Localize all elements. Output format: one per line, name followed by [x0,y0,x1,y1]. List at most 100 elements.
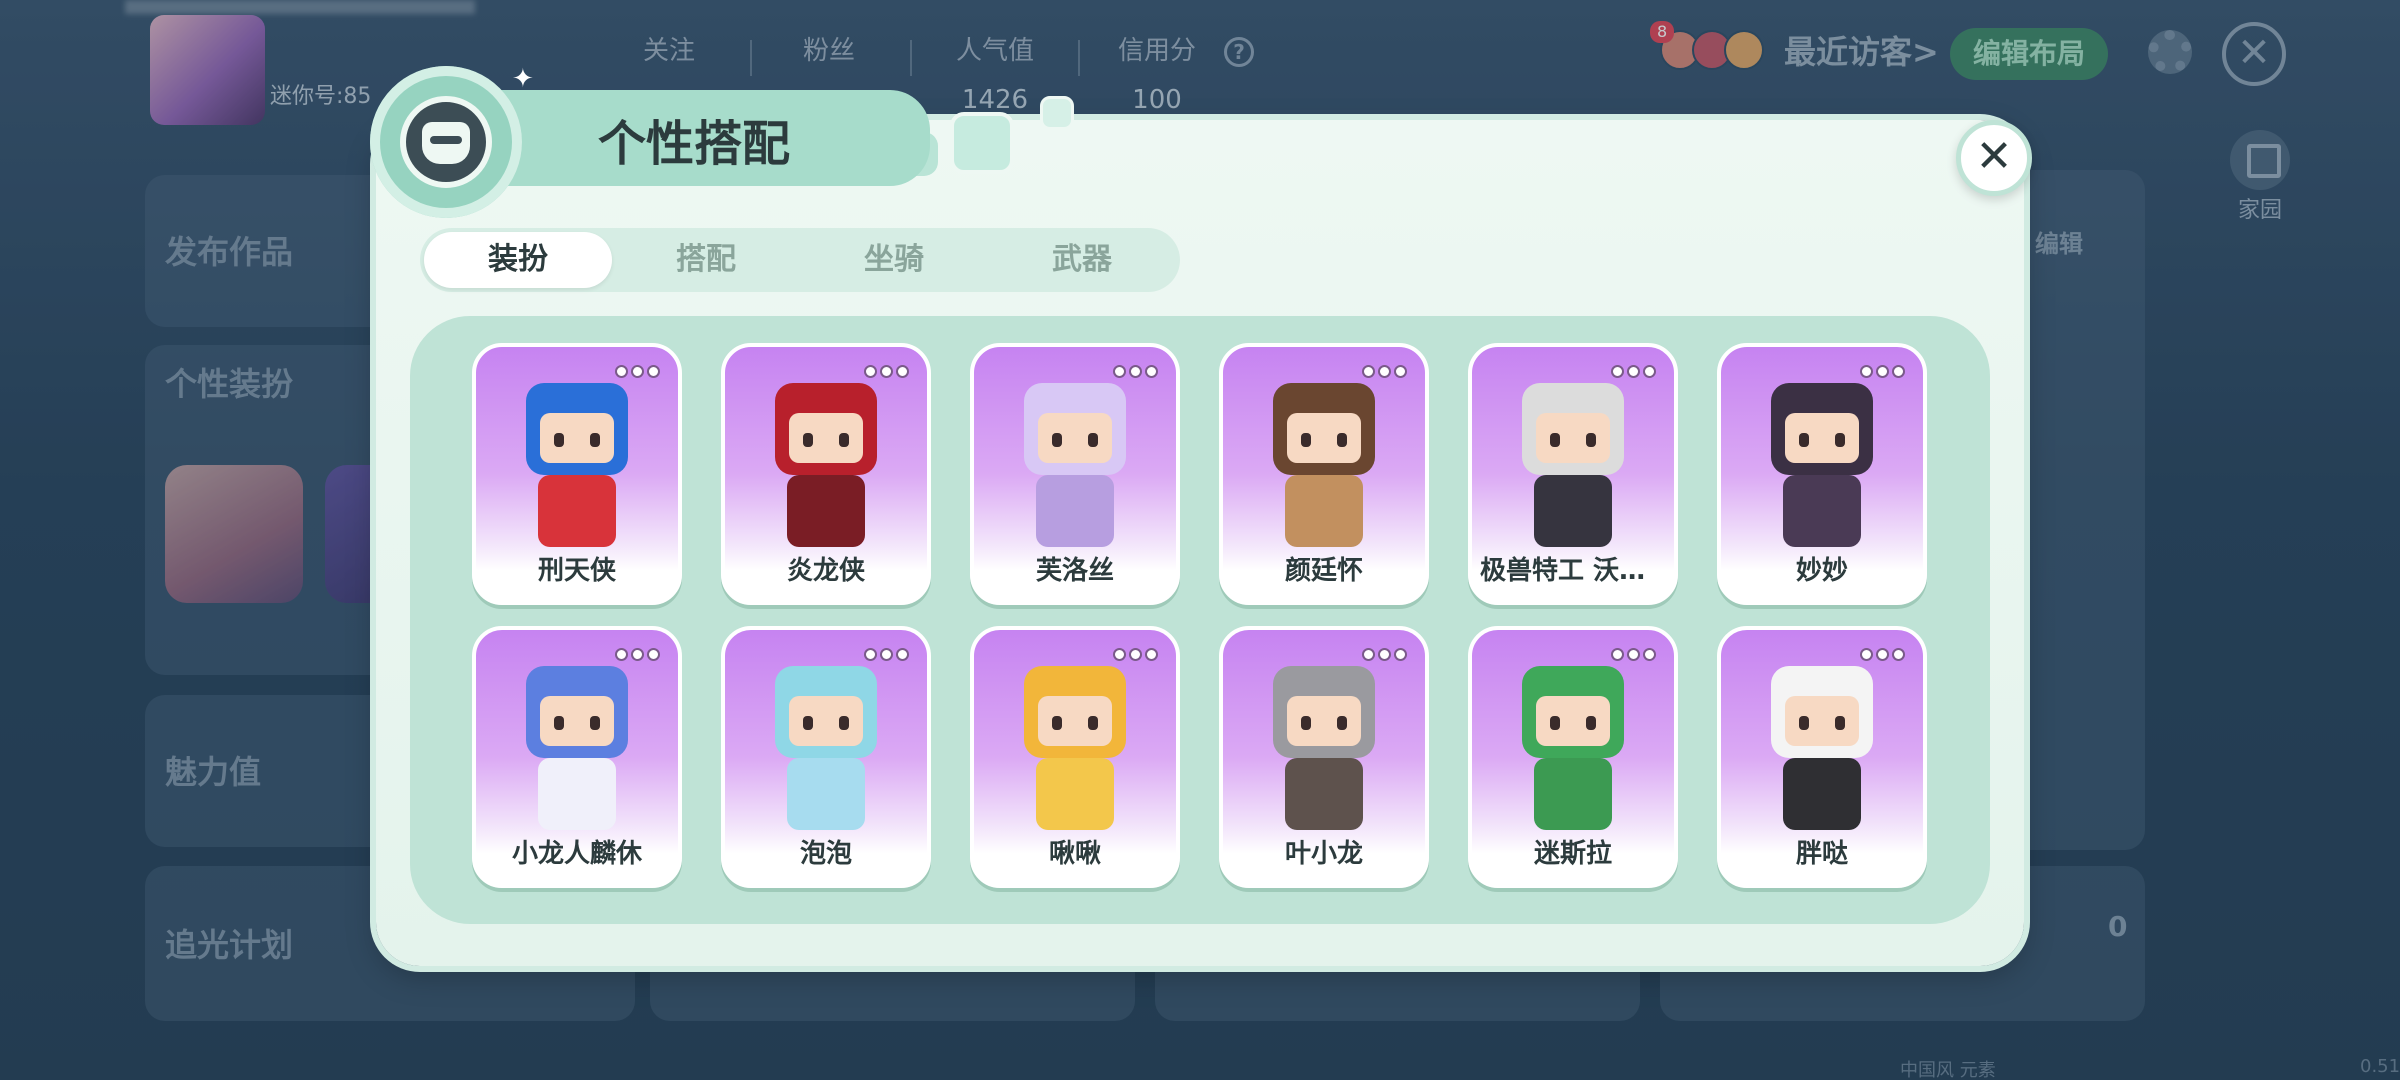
character-eye [839,433,849,447]
tab-mount[interactable]: 坐骑 [800,232,988,288]
costume-name: 妙妙 [1795,556,1848,586]
character-body [1036,758,1114,830]
costume-card[interactable]: 炎龙侠 [721,343,931,605]
character-body [1285,758,1363,830]
character-eye [554,716,564,730]
tab-match[interactable]: 搭配 [612,232,800,288]
costume-name: 芙洛丝 [1035,556,1114,586]
character-face [1536,696,1610,746]
costume-card[interactable]: 小龙人麟休 [472,626,682,888]
character-eye [1550,433,1560,447]
costume-card[interactable]: 刑天侠 [472,343,682,605]
tab-weapon[interactable]: 武器 [988,232,1176,288]
character-face [1785,413,1859,463]
outfit-icon [370,66,522,218]
character-body [538,475,616,547]
character-figure [1512,666,1634,836]
character-face [1785,696,1859,746]
more-options-icon[interactable] [615,365,660,378]
title-decoration [1040,96,1074,130]
more-options-icon[interactable] [1113,365,1158,378]
character-eye [1799,716,1809,730]
more-options-icon[interactable] [864,648,909,661]
category-tabs: 装扮 搭配 坐骑 武器 [420,228,1180,292]
character-eye [803,716,813,730]
character-face [1287,413,1361,463]
character-face [789,696,863,746]
close-icon[interactable]: ✕ [1956,120,2032,196]
character-face [1038,696,1112,746]
costume-name: 小龙人麟休 [511,839,642,869]
character-figure [1263,383,1385,553]
costume-name: 胖哒 [1795,839,1848,869]
character-face [789,413,863,463]
character-body [1534,475,1612,547]
costume-card[interactable]: 妙妙 [1717,343,1927,605]
costume-name: 炎龙侠 [786,556,865,586]
costume-card[interactable]: 泡泡 [721,626,931,888]
costume-name: 泡泡 [799,839,852,869]
character-body [1783,758,1861,830]
character-figure [1512,383,1634,553]
character-face [540,413,614,463]
character-eye [1337,433,1347,447]
character-eye [839,716,849,730]
character-eye [554,433,564,447]
tab-costume[interactable]: 装扮 [424,232,612,288]
more-options-icon[interactable] [1611,648,1656,661]
costume-card[interactable]: 颜廷怀 [1219,343,1429,605]
character-eye [1052,433,1062,447]
costume-card[interactable]: 叶小龙 [1219,626,1429,888]
character-body [1534,758,1612,830]
costume-card[interactable]: 极兽特工 沃夫... [1468,343,1678,605]
character-eye [803,433,813,447]
costume-name: 极兽特工 沃夫... [1480,556,1674,586]
character-figure [765,383,887,553]
more-options-icon[interactable] [615,648,660,661]
costume-name: 刑天侠 [537,556,616,586]
character-figure [1761,666,1883,836]
more-options-icon[interactable] [864,365,909,378]
more-options-icon[interactable] [1362,648,1407,661]
character-eye [590,433,600,447]
more-options-icon[interactable] [1860,365,1905,378]
costume-name: 叶小龙 [1284,839,1363,869]
character-figure [516,383,638,553]
character-face [1038,413,1112,463]
character-body [1783,475,1861,547]
character-eye [590,716,600,730]
character-body [1036,475,1114,547]
more-options-icon[interactable] [1113,648,1158,661]
character-face [540,696,614,746]
character-eye [1301,433,1311,447]
costume-name: 颜廷怀 [1284,556,1363,586]
character-eye [1550,716,1560,730]
costume-card[interactable]: 芙洛丝 [970,343,1180,605]
character-figure [516,666,638,836]
costume-card[interactable]: 啾啾 [970,626,1180,888]
costume-card[interactable]: 迷斯拉 [1468,626,1678,888]
character-body [787,475,865,547]
character-body [1285,475,1363,547]
character-eye [1052,716,1062,730]
character-eye [1337,716,1347,730]
title-decoration [950,112,1014,174]
character-face [1287,696,1361,746]
costume-card[interactable]: 胖哒 [1717,626,1927,888]
character-eye [1835,433,1845,447]
character-figure [765,666,887,836]
character-eye [1835,716,1845,730]
modal-title: 个性搭配 [598,116,791,172]
character-figure [1263,666,1385,836]
more-options-icon[interactable] [1860,648,1905,661]
more-options-icon[interactable] [1611,365,1656,378]
character-face [1536,413,1610,463]
costume-name: 啾啾 [1048,839,1101,869]
character-figure [1014,383,1136,553]
more-options-icon[interactable] [1362,365,1407,378]
character-eye [1586,716,1596,730]
character-figure [1761,383,1883,553]
sparkle-icon: ✦ [512,64,534,94]
character-eye [1088,433,1098,447]
character-eye [1586,433,1596,447]
